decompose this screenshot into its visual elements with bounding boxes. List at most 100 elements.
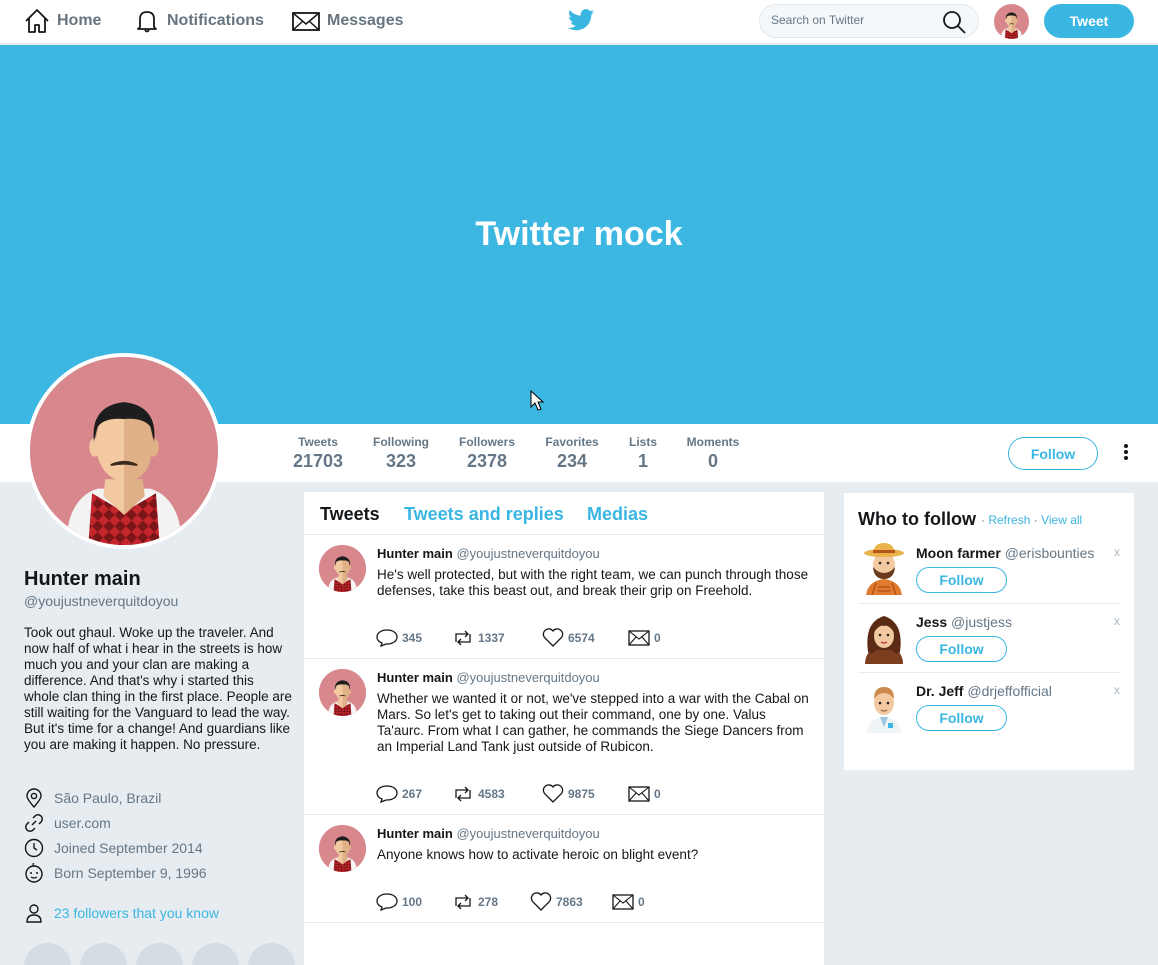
stat-label: Lists (628, 435, 657, 449)
tweet-author-avatar[interactable] (319, 825, 366, 872)
message-count: 0 (654, 630, 661, 645)
stat-value: 21703 (293, 451, 344, 471)
envelope-icon (628, 785, 650, 802)
tweet-author-name[interactable]: Hunter main (377, 546, 453, 561)
profile-location-text: São Paulo, Brazil (54, 790, 162, 806)
profile-birthday-text: Born September 9, 1996 (54, 865, 207, 881)
retweet-action[interactable]: 278 (452, 892, 530, 911)
tweet-author-handle[interactable]: @youjustneverquitdoyou (456, 826, 599, 841)
nav-home[interactable]: Home (23, 6, 101, 36)
known-follower-avatar[interactable] (136, 943, 183, 965)
suggested-user-info: Moon farmer @erisbounties (916, 545, 1094, 561)
search-icon[interactable] (942, 10, 966, 34)
reply-count: 267 (402, 786, 423, 801)
more-options-icon[interactable] (1118, 444, 1134, 464)
refresh-link[interactable]: Refresh (988, 513, 1030, 527)
twitter-bird-icon[interactable] (568, 9, 594, 31)
nav-notifications-label: Notifications (167, 12, 264, 29)
suggestion-item: Moon farmer @erisbounties Follow x (858, 535, 1120, 604)
dismiss-icon[interactable]: x (1114, 683, 1120, 697)
suggested-user-avatar[interactable] (862, 681, 906, 733)
stat-favorites[interactable]: Favorites 234 (544, 435, 600, 472)
reply-action[interactable]: 267 (376, 784, 452, 803)
message-action[interactable]: 0 (628, 628, 661, 647)
retweet-count: 4583 (478, 786, 505, 801)
follow-suggestion-button[interactable]: Follow (916, 705, 1007, 731)
tweet-author-avatar[interactable] (319, 545, 366, 592)
separator-dot: · (1033, 513, 1038, 527)
message-action[interactable]: 0 (628, 784, 661, 803)
stat-followers[interactable]: Followers 2378 (458, 435, 516, 472)
tweet-button[interactable]: Tweet (1044, 4, 1134, 38)
tab-medias[interactable]: Medias (587, 504, 648, 525)
suggested-user-handle[interactable]: @justjess (951, 614, 1012, 630)
follow-suggestion-button[interactable]: Follow (916, 636, 1007, 662)
reply-action[interactable]: 100 (376, 892, 452, 911)
retweet-action[interactable]: 4583 (452, 784, 542, 803)
known-follower-avatar[interactable] (192, 943, 239, 965)
suggested-user-avatar[interactable] (862, 543, 906, 595)
suggested-user-avatar[interactable] (862, 612, 906, 664)
envelope-icon (612, 893, 634, 910)
who-to-follow-panel: Who to follow · Refresh · View all Moon … (844, 493, 1134, 770)
retweet-action[interactable]: 1337 (452, 628, 542, 647)
heart-icon (530, 892, 552, 911)
reply-count: 345 (402, 630, 423, 645)
dismiss-icon[interactable]: x (1114, 614, 1120, 628)
like-action[interactable]: 7863 (530, 892, 612, 911)
stat-following[interactable]: Following 323 (372, 435, 430, 472)
tweet-author-name[interactable]: Hunter main (377, 826, 453, 841)
tweet-actions: 345 1337 6574 0 (376, 628, 661, 647)
reply-icon (376, 784, 398, 803)
nav-user-avatar[interactable] (994, 4, 1029, 39)
top-navigation-bar: Home Notifications Messages Tweet (0, 0, 1158, 44)
message-action[interactable]: 0 (612, 892, 645, 911)
followers-you-know[interactable]: 23 followers that you know (24, 903, 219, 923)
tweet-author-avatar[interactable] (319, 669, 366, 716)
tweet-header: Hunter main @youjustneverquitdoyou (377, 546, 600, 561)
tweet-text: He's well protected, but with the right … (377, 567, 809, 598)
like-action[interactable]: 6574 (542, 628, 628, 647)
known-follower-avatar[interactable] (24, 943, 71, 965)
followers-you-know-text[interactable]: 23 followers that you know (54, 905, 219, 921)
baby-face-icon (25, 863, 43, 883)
stat-moments[interactable]: Moments 0 (686, 435, 740, 472)
profile-avatar[interactable] (26, 353, 222, 549)
tab-tweets[interactable]: Tweets (320, 504, 380, 525)
suggested-user-info: Jess @justjess (916, 614, 1012, 630)
search-input[interactable] (771, 13, 936, 27)
tweet-author-handle[interactable]: @youjustneverquitdoyou (456, 546, 599, 561)
stat-label: Moments (686, 435, 740, 449)
tweet-item[interactable]: Hunter main @youjustneverquitdoyou Wheth… (304, 659, 824, 815)
nav-messages-label: Messages (327, 12, 404, 29)
timeline-tabs: Tweets Tweets and replies Medias (304, 492, 824, 535)
stat-lists[interactable]: Lists 1 (628, 435, 658, 472)
suggested-user-handle[interactable]: @drjeffofficial (967, 683, 1052, 699)
tweet-item[interactable]: Hunter main @youjustneverquitdoyou Anyon… (304, 815, 824, 923)
tweet-author-name[interactable]: Hunter main (377, 670, 453, 685)
tweet-author-handle[interactable]: @youjustneverquitdoyou (456, 670, 599, 685)
stat-tweets[interactable]: Tweets 21703 (293, 435, 343, 472)
tweet-item[interactable]: Hunter main @youjustneverquitdoyou He's … (304, 535, 824, 659)
nav-notifications[interactable]: Notifications (133, 6, 264, 36)
known-follower-avatar[interactable] (248, 943, 295, 965)
reply-action[interactable]: 345 (376, 628, 452, 647)
suggested-user-name[interactable]: Jess (916, 614, 947, 630)
nav-messages[interactable]: Messages (291, 6, 404, 36)
banner-title: Twitter mock (475, 215, 683, 253)
tab-tweets-and-replies[interactable]: Tweets and replies (404, 504, 564, 525)
suggestion-item: Dr. Jeff @drjeffofficial Follow x (858, 673, 1120, 742)
follow-suggestion-button[interactable]: Follow (916, 567, 1007, 593)
profile-birthday: Born September 9, 1996 (24, 863, 207, 883)
stat-value: 0 (707, 451, 718, 471)
follow-profile-button[interactable]: Follow (1008, 437, 1098, 470)
suggested-user-handle[interactable]: @erisbounties (1005, 545, 1095, 561)
known-follower-avatar[interactable] (80, 943, 127, 965)
dismiss-icon[interactable]: x (1114, 545, 1120, 559)
like-action[interactable]: 9875 (542, 784, 628, 803)
view-all-link[interactable]: View all (1041, 513, 1082, 527)
location-pin-icon (26, 788, 42, 808)
suggested-user-name[interactable]: Moon farmer (916, 545, 1001, 561)
profile-website-link[interactable]: user.com (54, 815, 111, 831)
suggested-user-name[interactable]: Dr. Jeff (916, 683, 963, 699)
